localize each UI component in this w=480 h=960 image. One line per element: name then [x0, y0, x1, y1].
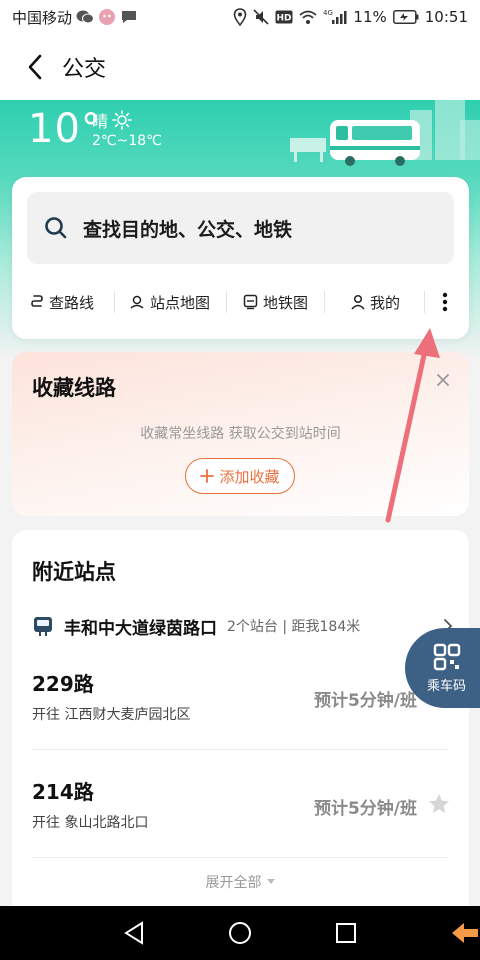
- status-bar: 中国移动 HD 4G 11% 10:51: [0, 0, 480, 34]
- station-meta: 2个站台 | 距我184米: [227, 619, 361, 635]
- mute-icon: [253, 9, 269, 25]
- route-name: 214路: [32, 780, 94, 804]
- bus-stop-icon: [34, 617, 52, 636]
- nearby-title: 附近站点: [32, 560, 116, 584]
- signal-icon: 4G: [323, 9, 347, 25]
- route-icon: [31, 295, 43, 307]
- quick-action-label: 站点地图: [150, 293, 211, 312]
- divider: [324, 291, 325, 313]
- quick-actions: 查路线 站点地图 地铁图 我的: [12, 282, 469, 322]
- quick-action-route[interactable]: 查路线: [30, 282, 94, 322]
- system-nav-bar: [0, 906, 480, 960]
- location-icon: [233, 8, 247, 26]
- route-item[interactable]: 214路 开往 象山北路北口 预计5分钟/班: [32, 750, 449, 858]
- temperature-range: 2℃~18℃: [92, 133, 162, 149]
- station-header[interactable]: 丰和中大道绿茵路口 2个站台 | 距我184米: [32, 612, 457, 640]
- nav-home-button[interactable]: [226, 919, 254, 947]
- battery-icon: [392, 10, 419, 24]
- more-options-button[interactable]: [425, 282, 465, 322]
- ride-code-button[interactable]: 乘车码: [405, 628, 480, 708]
- expand-all-label: 展开全部: [205, 875, 262, 891]
- square-recent-icon: [336, 923, 356, 943]
- temperature: 10°: [28, 106, 102, 152]
- add-favorite-label: 添加收藏: [219, 467, 280, 486]
- plus-icon: [200, 469, 215, 483]
- caret-down-icon: [266, 879, 275, 884]
- nav-back-button[interactable]: [120, 919, 148, 947]
- route-eta: 预计5分钟/班: [313, 799, 417, 819]
- quick-action-label: 查路线: [49, 293, 95, 312]
- route-destination: 开往 江西财大麦庐园北区: [32, 707, 191, 723]
- carrier-label: 中国移动: [12, 8, 73, 27]
- favorites-card: 收藏线路 收藏常坐线路 获取公交到站时间 添加收藏: [12, 352, 469, 516]
- weather-condition: 晴: [92, 108, 132, 132]
- wifi-icon: [299, 9, 318, 25]
- divider: [114, 291, 115, 313]
- battery-percent: 11%: [353, 8, 387, 26]
- nav-extra-button[interactable]: [450, 919, 478, 947]
- subway-map-icon: [243, 294, 258, 310]
- nearby-stations-card: 附近站点 丰和中大道绿茵路口 2个站台 | 距我184米 229路 开往 江西财…: [12, 530, 469, 930]
- message-icon: [120, 9, 138, 25]
- nav-recent-button[interactable]: [332, 919, 360, 947]
- route-name: 229路: [32, 672, 94, 696]
- quick-action-mine[interactable]: 我的: [351, 282, 400, 322]
- more-vertical-icon: [442, 292, 448, 312]
- weather-condition-label: 晴: [92, 112, 109, 131]
- arrow-left-icon: [452, 923, 478, 943]
- network-type-label: 4G: [323, 9, 333, 17]
- clock-time: 10:51: [424, 8, 468, 26]
- station-name: 丰和中大道绿茵路口: [64, 618, 217, 639]
- search-card: 查找目的地、公交、地铁 查路线 站点地图 地铁图 我的: [12, 177, 469, 339]
- wechat-icon: [76, 9, 95, 25]
- search-placeholder: 查找目的地、公交、地铁: [83, 218, 293, 241]
- favorites-description: 收藏常坐线路 获取公交到站时间: [140, 426, 341, 442]
- svg-text:HD: HD: [277, 14, 292, 24]
- hd-icon: HD: [275, 10, 293, 24]
- star-icon[interactable]: [427, 792, 451, 816]
- add-favorite-button[interactable]: 添加收藏: [185, 458, 295, 494]
- favorites-title: 收藏线路: [32, 376, 116, 400]
- ride-code-label: 乘车码: [426, 678, 466, 694]
- qr-code-icon: [433, 643, 460, 670]
- quick-action-station-map[interactable]: 站点地图: [129, 282, 210, 322]
- route-eta: 预计5分钟/班: [313, 691, 417, 711]
- chevron-left-icon: [28, 54, 42, 80]
- close-button[interactable]: [431, 368, 455, 392]
- circle-home-icon: [229, 922, 251, 944]
- quick-action-subway-map[interactable]: 地铁图: [243, 282, 308, 322]
- page-title: 公交: [62, 57, 107, 82]
- back-button[interactable]: [20, 47, 50, 87]
- station-map-icon: [130, 295, 144, 309]
- sun-icon: [112, 110, 132, 130]
- route-destination: 开往 象山北路北口: [32, 815, 149, 831]
- expand-all-button[interactable]: 展开全部: [12, 872, 469, 892]
- close-icon: [437, 374, 449, 386]
- bus-illustration: [290, 100, 480, 166]
- app-notification-icon: [98, 8, 116, 26]
- divider: [226, 291, 227, 313]
- route-item[interactable]: 229路 开往 江西财大麦庐园北区 预计5分钟/班: [32, 642, 449, 750]
- app-header: 公交: [0, 34, 480, 100]
- quick-action-label: 地铁图: [263, 293, 309, 312]
- search-input[interactable]: 查找目的地、公交、地铁: [27, 192, 454, 264]
- user-icon: [351, 294, 365, 310]
- triangle-back-icon: [124, 921, 143, 945]
- search-icon: [45, 217, 67, 239]
- quick-action-label: 我的: [370, 293, 401, 312]
